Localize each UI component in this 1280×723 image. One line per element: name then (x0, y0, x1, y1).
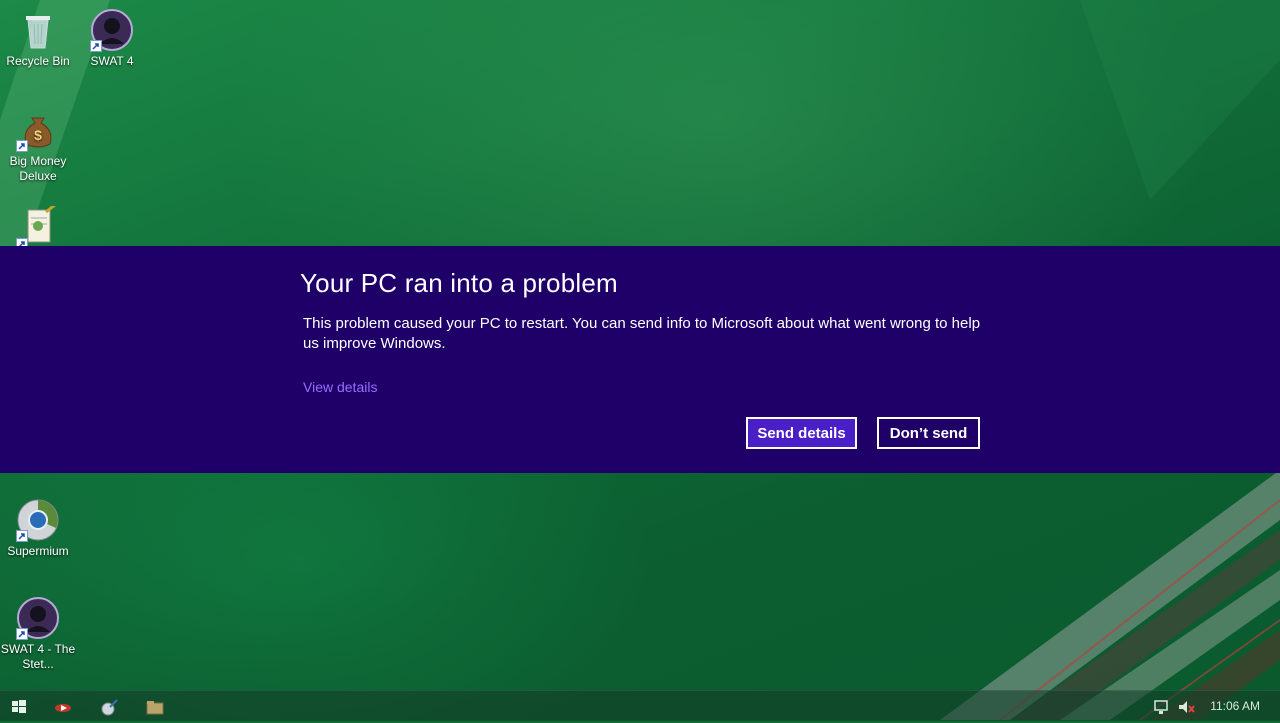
recycle-bin-icon (16, 8, 60, 52)
desktop-icon-label: Supermium (7, 544, 69, 558)
paint-icon[interactable] (98, 696, 120, 718)
dialog-message: This problem caused your PC to restart. … (303, 315, 981, 352)
taskbar: 11:06 AM (0, 690, 1280, 721)
svg-text:$: $ (34, 127, 42, 143)
network-icon[interactable] (1151, 696, 1173, 718)
start-icon[interactable] (8, 696, 30, 718)
notepad-app-icon (16, 202, 60, 250)
view-details-link[interactable]: View details (303, 379, 377, 395)
file-explorer-icon[interactable] (144, 696, 166, 718)
desktop-icon-label: SWAT 4 (90, 54, 134, 68)
shortcut-arrow-icon (90, 40, 102, 52)
swat-game-icon (16, 596, 60, 640)
desktop-icon-swat-4[interactable]: SWAT 4 (74, 8, 150, 69)
desktop-icon-label: Recycle Bin (6, 54, 70, 68)
shortcut-arrow-icon (16, 628, 28, 640)
shortcut-arrow-icon (16, 530, 28, 542)
desktop-icon-swat-4-stetchkov[interactable]: SWAT 4 - The Stet... (0, 596, 76, 672)
shortcut-arrow-icon (16, 140, 28, 152)
dont-send-button[interactable]: Don’t send (877, 417, 980, 449)
volume-muted-icon[interactable] (1175, 696, 1197, 718)
money-bag-icon: $ (16, 108, 60, 152)
media-player-icon[interactable] (52, 696, 74, 718)
desktop-icon-supermium[interactable]: Supermium (0, 498, 76, 559)
error-dialog (0, 246, 1280, 473)
send-details-button[interactable]: Send details (746, 417, 857, 449)
dialog-title: Your PC ran into a problem (300, 268, 618, 298)
desktop-icon-big-money-deluxe[interactable]: $ Big Money Deluxe (0, 108, 76, 184)
taskbar-clock[interactable]: 11:06 AM (1210, 699, 1260, 713)
supermium-browser-icon (16, 498, 60, 542)
desktop-icon-label: Big Money Deluxe (9, 154, 67, 183)
swat-game-icon (90, 8, 134, 52)
desktop-icon-recycle-bin[interactable]: Recycle Bin (0, 8, 76, 69)
desktop-icon-label: SWAT 4 - The Stet... (0, 642, 76, 671)
